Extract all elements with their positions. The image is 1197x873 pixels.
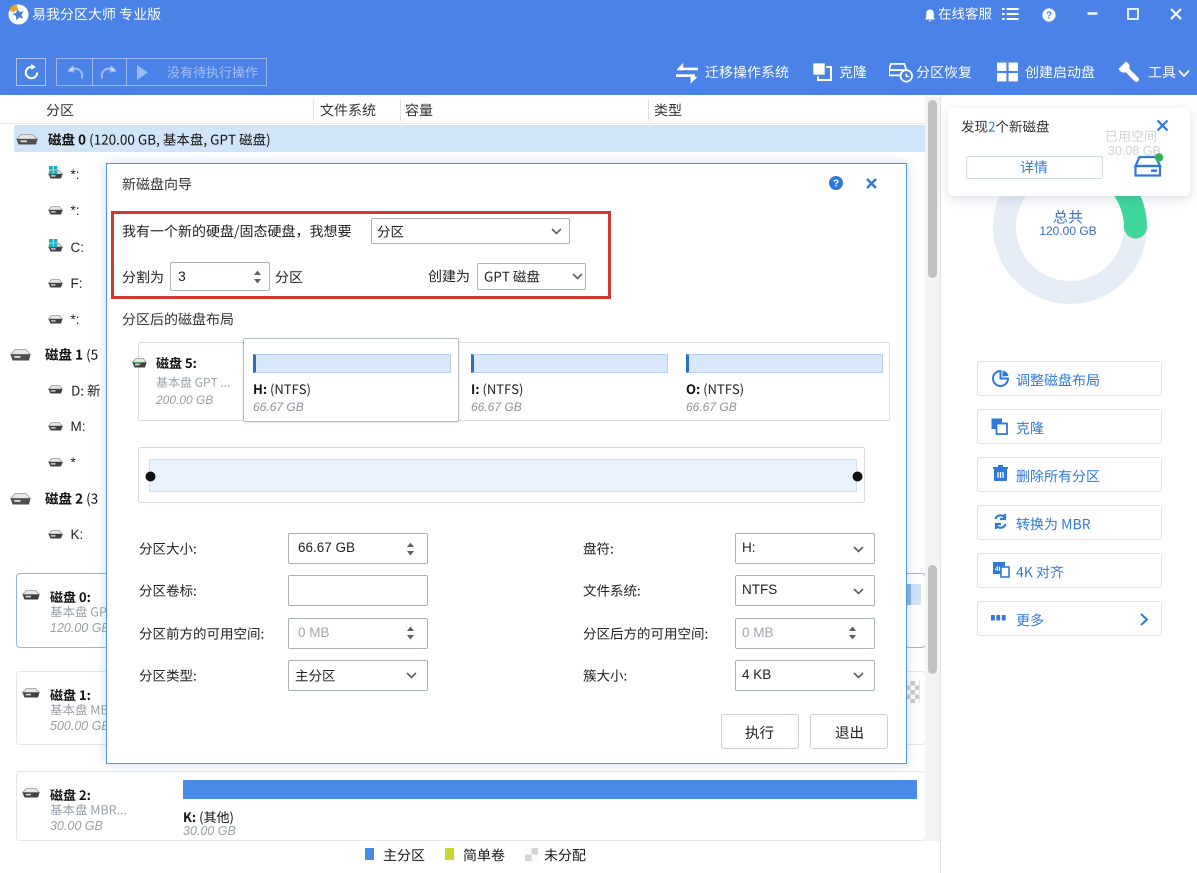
- svg-text:?: ?: [833, 179, 839, 190]
- svg-text:?: ?: [1046, 11, 1052, 22]
